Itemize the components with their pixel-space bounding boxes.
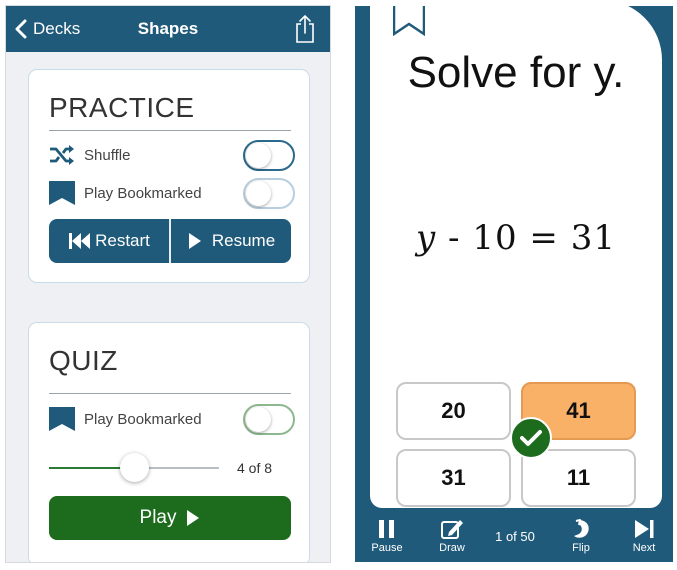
skip-back-icon — [69, 233, 91, 249]
practice-card: PRACTICE Shuffle Play Bookmarked Restart… — [28, 69, 310, 283]
resume-button[interactable]: Resume — [169, 219, 291, 263]
screenshot-stage: Decks Shapes PRACTICE Shuffle Play Bookm… — [0, 0, 677, 570]
next-label: Next — [632, 542, 656, 554]
pause-icon — [379, 520, 394, 538]
share-icon[interactable] — [294, 14, 316, 44]
checkmark-icon — [520, 430, 542, 446]
equation-variable: y — [416, 218, 437, 258]
pause-button[interactable]: Pause — [362, 518, 412, 554]
draw-icon — [441, 520, 463, 539]
correct-badge — [510, 417, 552, 459]
quiz-play-bookmarked-toggle[interactable] — [243, 404, 295, 435]
shuffle-icon — [50, 145, 74, 165]
back-button-label: Decks — [33, 19, 81, 38]
question-count-value: 4 of 8 — [237, 460, 273, 476]
skip-forward-icon — [635, 520, 654, 538]
back-button[interactable]: Decks — [14, 17, 80, 41]
chevron-left-icon — [15, 19, 27, 39]
draw-button[interactable]: Draw — [427, 518, 477, 554]
shuffle-label: Shuffle — [84, 147, 131, 164]
shuffle-option-row: Shuffle — [49, 140, 295, 171]
card-counter: 1 of 50 — [495, 529, 535, 544]
play-bookmarked-label: Play Bookmarked — [84, 185, 202, 202]
flip-icon — [574, 519, 589, 538]
flip-button[interactable]: Flip — [556, 518, 606, 554]
bookmark-outline-icon[interactable] — [393, 6, 425, 36]
quiz-play-bookmarked-label: Play Bookmarked — [84, 411, 202, 428]
quiz-play-bookmarked-row: Play Bookmarked — [49, 404, 295, 435]
restart-button[interactable]: Restart — [49, 219, 169, 263]
play-icon — [187, 510, 200, 526]
quiz-card: QUIZ Play Bookmarked 4 of 8 Play — [28, 322, 310, 562]
flashcard-screen: Solve for y. y - 10 = 31 20 41 31 11 Pau… — [355, 6, 673, 562]
bookmark-icon — [49, 181, 75, 205]
resume-label: Resume — [211, 231, 276, 250]
play-bookmarked-option-row: Play Bookmarked — [49, 178, 295, 209]
practice-controls: Restart Resume — [49, 219, 291, 263]
equation-rest: - 10 = 31 — [436, 218, 616, 258]
bottom-toolbar: Pause Draw 1 of 50 Flip Next — [355, 512, 673, 562]
toggle-knob — [246, 407, 271, 432]
divider — [49, 393, 291, 394]
pause-label: Pause — [371, 542, 403, 554]
restart-label: Restart — [95, 231, 150, 250]
next-button[interactable]: Next — [619, 518, 669, 554]
toggle-knob — [246, 181, 271, 206]
navigation-bar: Decks Shapes — [6, 6, 330, 52]
answer-option[interactable]: 20 — [396, 382, 511, 440]
answer-option[interactable]: 31 — [396, 449, 511, 507]
bookmark-icon — [49, 407, 75, 431]
equation: y - 10 = 31 — [370, 218, 662, 258]
flashcard[interactable]: Solve for y. y - 10 = 31 20 41 31 11 — [370, 6, 662, 508]
toggle-knob — [246, 143, 271, 168]
deck-settings-screen: Decks Shapes PRACTICE Shuffle Play Bookm… — [6, 6, 330, 562]
quiz-heading: QUIZ — [49, 345, 118, 376]
draw-label: Draw — [439, 542, 465, 554]
flip-label: Flip — [572, 542, 590, 554]
play-icon — [188, 233, 201, 249]
play-bookmarked-toggle[interactable] — [243, 178, 295, 209]
question-text: Solve for y. — [407, 48, 625, 97]
play-quiz-button[interactable]: Play — [49, 496, 291, 540]
question-count-slider-thumb[interactable] — [119, 453, 149, 482]
play-label: Play — [139, 507, 177, 528]
shuffle-toggle[interactable] — [243, 140, 295, 171]
practice-heading: PRACTICE — [49, 92, 195, 123]
divider — [49, 130, 291, 131]
